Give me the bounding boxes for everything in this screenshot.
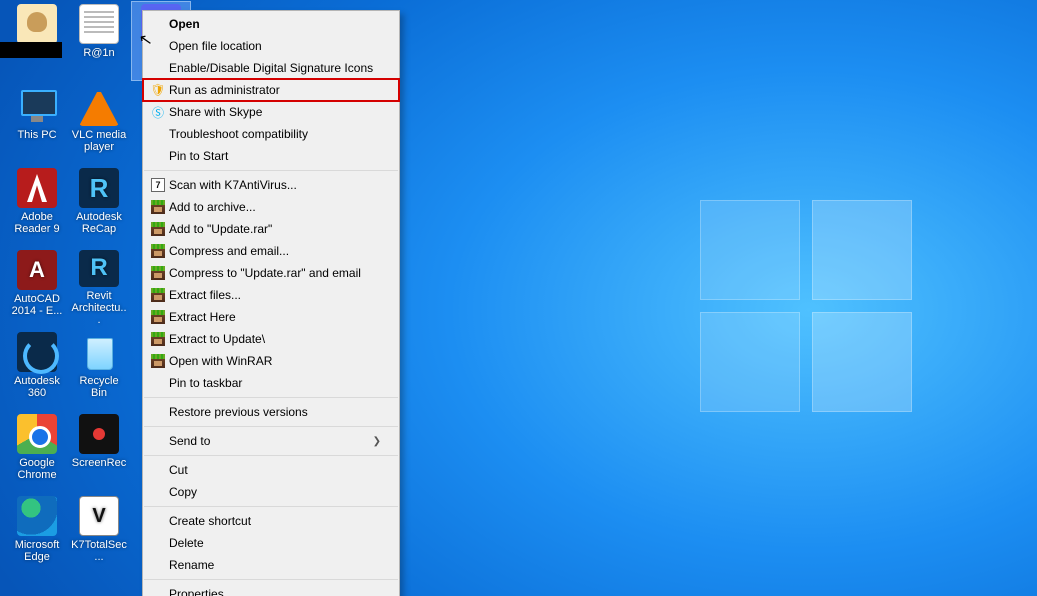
desktop-icon-chrome[interactable]: Google Chrome: [8, 412, 66, 490]
menu-properties[interactable]: Properties: [143, 583, 399, 596]
menu-extract-to[interactable]: Extract to Update\: [143, 328, 399, 350]
desktop-icon-adobe[interactable]: Adobe Reader 9: [8, 166, 66, 244]
desktop-icon-label: Microsoft Edge: [9, 539, 65, 563]
edge-icon: [17, 496, 57, 536]
menu-open-winrar[interactable]: Open with WinRAR: [143, 350, 399, 372]
k7-icon: V: [79, 496, 119, 536]
adobe-icon: [17, 168, 57, 208]
rar-icon: [147, 310, 169, 324]
rar-icon: [147, 266, 169, 280]
menu-run-as-admin[interactable]: 🛡Run as administrator: [143, 79, 399, 101]
desktop-icon-label: AutoCAD 2014 - E...: [9, 293, 65, 317]
menu-separator: [144, 579, 398, 580]
menu-copy[interactable]: Copy: [143, 481, 399, 503]
menu-add-archive[interactable]: Add to archive...: [143, 196, 399, 218]
recap-icon: R: [79, 168, 119, 208]
rar-icon: [147, 200, 169, 214]
menu-pin-taskbar[interactable]: Pin to taskbar: [143, 372, 399, 394]
menu-send-to[interactable]: Send to❯: [143, 430, 399, 452]
menu-separator: [144, 506, 398, 507]
windows-logo: [700, 200, 912, 412]
menu-open-file-location[interactable]: Open file location: [143, 35, 399, 57]
rar-icon: [147, 222, 169, 236]
menu-delete[interactable]: Delete: [143, 532, 399, 554]
desktop-icon-edge[interactable]: Microsoft Edge: [8, 494, 66, 572]
desktop-icon-user[interactable]: [8, 2, 66, 80]
menu-extract-here[interactable]: Extract Here: [143, 306, 399, 328]
context-menu: Open Open file location Enable/Disable D…: [142, 10, 400, 596]
rar-icon: [147, 288, 169, 302]
scr-icon: [79, 414, 119, 454]
rar-icon: [147, 332, 169, 346]
menu-separator: [144, 397, 398, 398]
bin-icon: [79, 332, 119, 372]
watermark-block: [0, 42, 62, 58]
desktop-icon-label: Adobe Reader 9: [9, 211, 65, 235]
menu-compress-email[interactable]: Compress and email...: [143, 240, 399, 262]
menu-open[interactable]: Open: [143, 13, 399, 35]
menu-signature-icons[interactable]: Enable/Disable Digital Signature Icons: [143, 57, 399, 79]
rar-icon: [147, 244, 169, 258]
desktop-icon-label: R@1n: [71, 47, 127, 59]
menu-extract-files[interactable]: Extract files...: [143, 284, 399, 306]
menu-k7-scan[interactable]: 7Scan with K7AntiVirus...: [143, 174, 399, 196]
rar-icon: [147, 354, 169, 368]
menu-troubleshoot[interactable]: Troubleshoot compatibility: [143, 123, 399, 145]
desktop-icon-label: Autodesk 360: [9, 375, 65, 399]
desktop-icon-scr[interactable]: ScreenRec: [70, 412, 128, 490]
desktop-icon-label: K7TotalSec...: [71, 539, 127, 563]
menu-separator: [144, 170, 398, 171]
desktop-icon-bin[interactable]: Recycle Bin: [70, 330, 128, 408]
vlc-icon: [79, 86, 119, 126]
desktop-icon-acad[interactable]: A AutoCAD 2014 - E...: [8, 248, 66, 326]
menu-separator: [144, 455, 398, 456]
menu-restore-versions[interactable]: Restore previous versions: [143, 401, 399, 423]
desktop-icon-label: Google Chrome: [9, 457, 65, 481]
desktop-icon-txt[interactable]: R@1n: [70, 2, 128, 80]
desktop-icon-label: VLC media player: [71, 129, 127, 153]
desktop-icon-label: This PC: [9, 129, 65, 141]
chrome-icon: [17, 414, 57, 454]
shield-icon: 🛡: [147, 83, 169, 97]
menu-pin-start[interactable]: Pin to Start: [143, 145, 399, 167]
user-icon: [17, 4, 57, 44]
pc-icon: [17, 86, 57, 126]
menu-rename[interactable]: Rename: [143, 554, 399, 576]
desktop-icon-pc[interactable]: This PC: [8, 84, 66, 162]
desktop-icon-label: ScreenRec: [71, 457, 127, 469]
revit-icon: R: [79, 250, 119, 287]
desktop-icon-label: Recycle Bin: [71, 375, 127, 399]
desktop-icon-vlc[interactable]: VLC media player: [70, 84, 128, 162]
menu-compress-name-email[interactable]: Compress to "Update.rar" and email: [143, 262, 399, 284]
menu-create-shortcut[interactable]: Create shortcut: [143, 510, 399, 532]
acad-icon: A: [17, 250, 57, 290]
skype-icon: Ⓢ: [147, 104, 169, 121]
menu-add-archive-name[interactable]: Add to "Update.rar": [143, 218, 399, 240]
menu-separator: [144, 426, 398, 427]
desktop-icon-recap[interactable]: R Autodesk ReCap: [70, 166, 128, 244]
desktop-icon-k7[interactable]: V K7TotalSec...: [70, 494, 128, 572]
a360-icon: [17, 332, 57, 372]
desktop-icon-a360[interactable]: Autodesk 360: [8, 330, 66, 408]
txt-icon: [79, 4, 119, 44]
menu-cut[interactable]: Cut: [143, 459, 399, 481]
chevron-right-icon: ❯: [373, 436, 381, 447]
menu-share-skype[interactable]: ⓈShare with Skype: [143, 101, 399, 123]
desktop-icon-label: Revit Architectu...: [71, 290, 127, 326]
k7-icon: 7: [147, 178, 169, 192]
desktop-icon-revit[interactable]: RRevit Architectu...: [70, 248, 128, 326]
desktop-icon-label: Autodesk ReCap: [71, 211, 127, 235]
